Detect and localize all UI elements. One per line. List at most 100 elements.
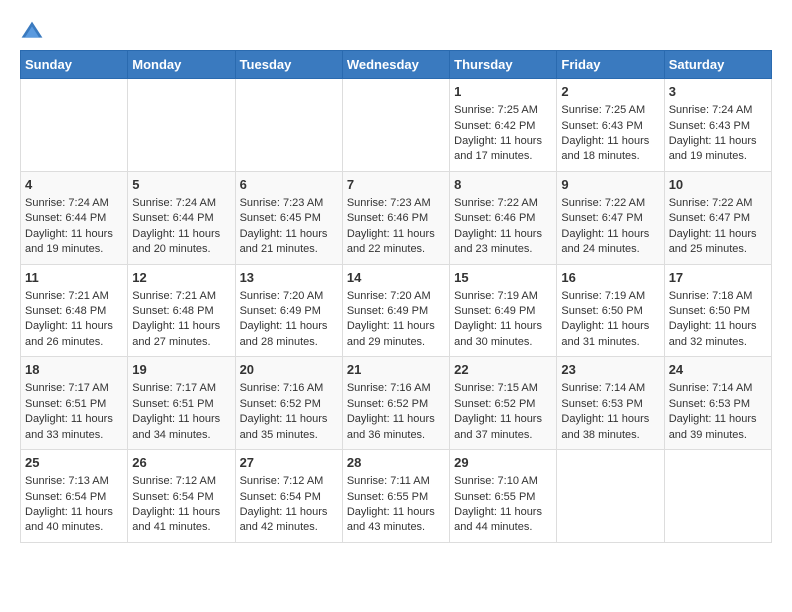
weekday-header-tuesday: Tuesday	[235, 51, 342, 79]
day-number: 1	[454, 83, 552, 101]
day-number: 19	[132, 361, 230, 379]
day-number: 11	[25, 269, 123, 287]
day-info: Sunrise: 7:21 AMSunset: 6:48 PMDaylight:…	[132, 289, 230, 351]
day-info: Sunrise: 7:22 AMSunset: 6:47 PMDaylight:…	[669, 196, 767, 258]
calendar-cell: 12 Sunrise: 7:21 AMSunset: 6:48 PMDayligh…	[128, 264, 235, 357]
day-info: Sunrise: 7:16 AMSunset: 6:52 PMDaylight:…	[240, 381, 338, 443]
calendar-week-row: 11 Sunrise: 7:21 AMSunset: 6:48 PMDayligh…	[21, 264, 772, 357]
day-info: Sunrise: 7:17 AMSunset: 6:51 PMDaylight:…	[132, 381, 230, 443]
weekday-header-sunday: Sunday	[21, 51, 128, 79]
weekday-header-saturday: Saturday	[664, 51, 771, 79]
day-info: Sunrise: 7:25 AMSunset: 6:43 PMDaylight:…	[561, 103, 659, 165]
weekday-header-monday: Monday	[128, 51, 235, 79]
day-number: 14	[347, 269, 445, 287]
calendar-cell	[235, 79, 342, 172]
calendar-cell: 1Sunrise: 7:25 AMSunset: 6:42 PMDaylight…	[450, 79, 557, 172]
calendar-cell	[21, 79, 128, 172]
calendar-week-row: 1Sunrise: 7:25 AMSunset: 6:42 PMDaylight…	[21, 79, 772, 172]
calendar-cell: 26 Sunrise: 7:12 AMSunset: 6:54 PMDayligh…	[128, 450, 235, 543]
day-number: 29	[454, 454, 552, 472]
day-info: Sunrise: 7:22 AMSunset: 6:47 PMDaylight:…	[561, 196, 659, 258]
day-number: 22	[454, 361, 552, 379]
day-info: Sunrise: 7:18 AMSunset: 6:50 PMDaylight:…	[669, 289, 767, 351]
day-number: 8	[454, 176, 552, 194]
calendar-table: SundayMondayTuesdayWednesdayThursdayFrid…	[20, 50, 772, 543]
day-info: Sunrise: 7:24 AMSunset: 6:43 PMDaylight:…	[669, 103, 767, 165]
day-number: 9	[561, 176, 659, 194]
calendar-cell: 18Sunrise: 7:17 AMSunset: 6:51 PMDayligh…	[21, 357, 128, 450]
calendar-cell	[664, 450, 771, 543]
header	[20, 20, 772, 40]
day-info: Sunrise: 7:19 AMSunset: 6:49 PMDaylight:…	[454, 289, 552, 351]
day-info: Sunrise: 7:16 AMSunset: 6:52 PMDaylight:…	[347, 381, 445, 443]
calendar-cell: 28 Sunrise: 7:11 AMSunset: 6:55 PMDayligh…	[342, 450, 449, 543]
day-info: Sunrise: 7:23 AMSunset: 6:45 PMDaylight:…	[240, 196, 338, 258]
day-number: 24	[669, 361, 767, 379]
calendar-cell: 24 Sunrise: 7:14 AMSunset: 6:53 PMDayligh…	[664, 357, 771, 450]
calendar-cell: 27 Sunrise: 7:12 AMSunset: 6:54 PMDayligh…	[235, 450, 342, 543]
calendar-cell: 23 Sunrise: 7:14 AMSunset: 6:53 PMDayligh…	[557, 357, 664, 450]
calendar-week-row: 25Sunrise: 7:13 AMSunset: 6:54 PMDayligh…	[21, 450, 772, 543]
day-info: Sunrise: 7:15 AMSunset: 6:52 PMDaylight:…	[454, 381, 552, 443]
day-number: 2	[561, 83, 659, 101]
day-number: 6	[240, 176, 338, 194]
calendar-cell: 5 Sunrise: 7:24 AMSunset: 6:44 PMDaylight…	[128, 171, 235, 264]
day-info: Sunrise: 7:20 AMSunset: 6:49 PMDaylight:…	[240, 289, 338, 351]
day-number: 23	[561, 361, 659, 379]
calendar-week-row: 4 Sunrise: 7:24 AMSunset: 6:44 PMDaylight…	[21, 171, 772, 264]
day-info: Sunrise: 7:14 AMSunset: 6:53 PMDaylight:…	[669, 381, 767, 443]
day-number: 16	[561, 269, 659, 287]
calendar-cell: 29 Sunrise: 7:10 AMSunset: 6:55 PMDayligh…	[450, 450, 557, 543]
day-info: Sunrise: 7:12 AMSunset: 6:54 PMDaylight:…	[240, 474, 338, 536]
day-number: 3	[669, 83, 767, 101]
calendar-cell: 13 Sunrise: 7:20 AMSunset: 6:49 PMDayligh…	[235, 264, 342, 357]
calendar-cell	[342, 79, 449, 172]
calendar-cell: 8 Sunrise: 7:22 AMSunset: 6:46 PMDaylight…	[450, 171, 557, 264]
calendar-cell: 14 Sunrise: 7:20 AMSunset: 6:49 PMDayligh…	[342, 264, 449, 357]
day-number: 10	[669, 176, 767, 194]
day-number: 26	[132, 454, 230, 472]
calendar-cell: 15 Sunrise: 7:19 AMSunset: 6:49 PMDayligh…	[450, 264, 557, 357]
day-number: 13	[240, 269, 338, 287]
day-info: Sunrise: 7:23 AMSunset: 6:46 PMDaylight:…	[347, 196, 445, 258]
day-number: 21	[347, 361, 445, 379]
calendar-cell: 19 Sunrise: 7:17 AMSunset: 6:51 PMDayligh…	[128, 357, 235, 450]
day-number: 4	[25, 176, 123, 194]
weekday-header-thursday: Thursday	[450, 51, 557, 79]
day-info: Sunrise: 7:10 AMSunset: 6:55 PMDaylight:…	[454, 474, 552, 536]
day-info: Sunrise: 7:24 AMSunset: 6:44 PMDaylight:…	[132, 196, 230, 258]
day-info: Sunrise: 7:12 AMSunset: 6:54 PMDaylight:…	[132, 474, 230, 536]
day-number: 25	[25, 454, 123, 472]
calendar-cell: 2 Sunrise: 7:25 AMSunset: 6:43 PMDaylight…	[557, 79, 664, 172]
day-info: Sunrise: 7:24 AMSunset: 6:44 PMDaylight:…	[25, 196, 123, 258]
generalblue-logo-icon	[20, 20, 44, 40]
calendar-cell: 7 Sunrise: 7:23 AMSunset: 6:46 PMDaylight…	[342, 171, 449, 264]
calendar-cell: 11Sunrise: 7:21 AMSunset: 6:48 PMDayligh…	[21, 264, 128, 357]
day-number: 7	[347, 176, 445, 194]
day-number: 12	[132, 269, 230, 287]
day-info: Sunrise: 7:14 AMSunset: 6:53 PMDaylight:…	[561, 381, 659, 443]
day-number: 27	[240, 454, 338, 472]
calendar-cell: 9 Sunrise: 7:22 AMSunset: 6:47 PMDaylight…	[557, 171, 664, 264]
weekday-header-wednesday: Wednesday	[342, 51, 449, 79]
day-info: Sunrise: 7:11 AMSunset: 6:55 PMDaylight:…	[347, 474, 445, 536]
calendar-header: SundayMondayTuesdayWednesdayThursdayFrid…	[21, 51, 772, 79]
calendar-cell	[557, 450, 664, 543]
calendar-cell	[128, 79, 235, 172]
calendar-cell: 6 Sunrise: 7:23 AMSunset: 6:45 PMDaylight…	[235, 171, 342, 264]
day-info: Sunrise: 7:17 AMSunset: 6:51 PMDaylight:…	[25, 381, 123, 443]
day-number: 20	[240, 361, 338, 379]
day-number: 5	[132, 176, 230, 194]
calendar-cell: 22 Sunrise: 7:15 AMSunset: 6:52 PMDayligh…	[450, 357, 557, 450]
day-info: Sunrise: 7:22 AMSunset: 6:46 PMDaylight:…	[454, 196, 552, 258]
logo	[20, 20, 48, 40]
calendar-week-row: 18Sunrise: 7:17 AMSunset: 6:51 PMDayligh…	[21, 357, 772, 450]
day-info: Sunrise: 7:20 AMSunset: 6:49 PMDaylight:…	[347, 289, 445, 351]
calendar-cell: 4 Sunrise: 7:24 AMSunset: 6:44 PMDaylight…	[21, 171, 128, 264]
calendar-cell: 17Sunrise: 7:18 AMSunset: 6:50 PMDayligh…	[664, 264, 771, 357]
calendar-cell: 16Sunrise: 7:19 AMSunset: 6:50 PMDayligh…	[557, 264, 664, 357]
calendar-cell: 10 Sunrise: 7:22 AMSunset: 6:47 PMDayligh…	[664, 171, 771, 264]
weekday-header-friday: Friday	[557, 51, 664, 79]
day-number: 15	[454, 269, 552, 287]
day-number: 28	[347, 454, 445, 472]
